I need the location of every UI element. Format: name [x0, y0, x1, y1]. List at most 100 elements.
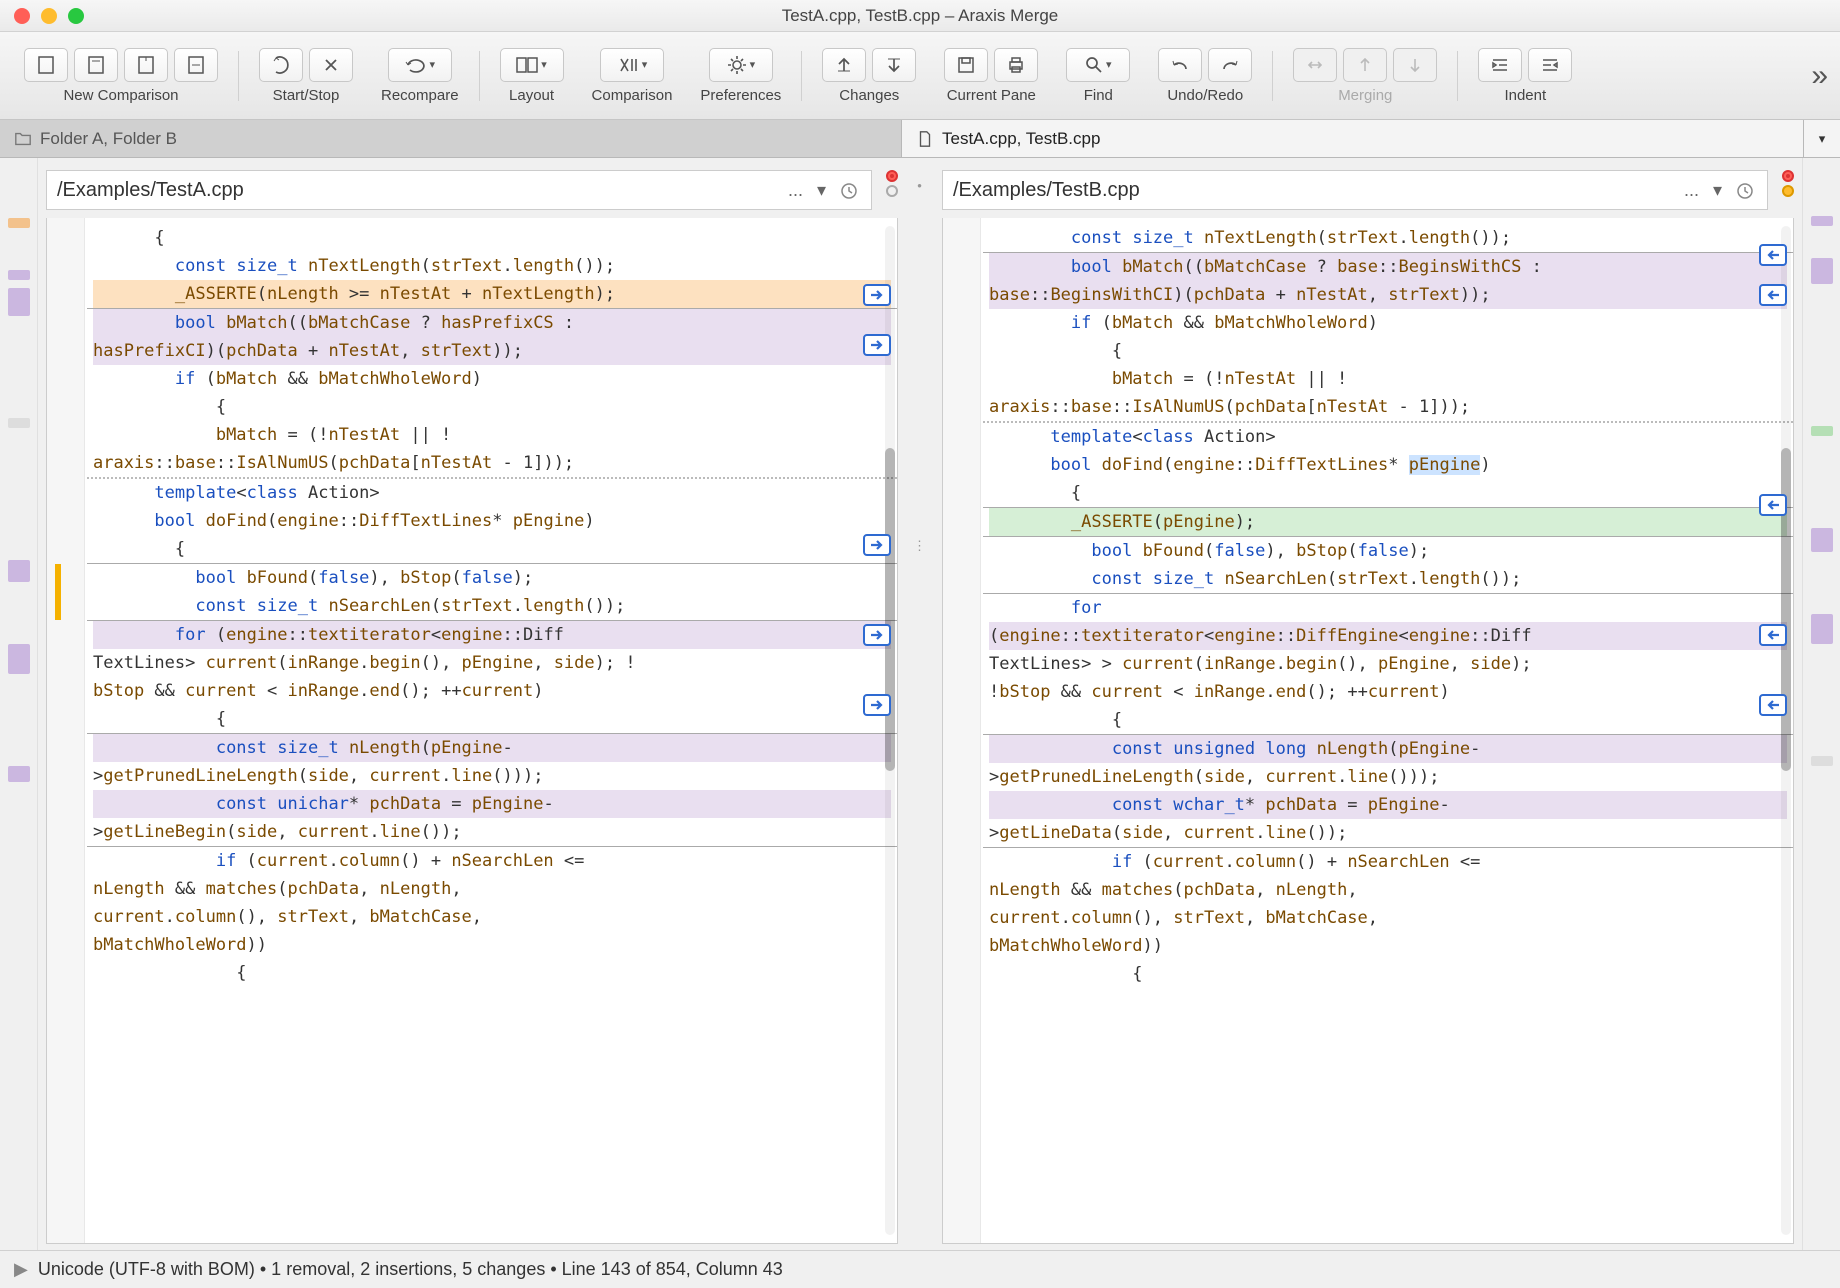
code-line[interactable]: TextLines> > current(inRange.begin(), pE…: [989, 650, 1787, 678]
code-line[interactable]: _ASSERTE(nLength >= nTestAt + nTextLengt…: [93, 280, 891, 308]
left-code-view[interactable]: { const size_t nTextLength(strText.lengt…: [46, 218, 898, 1244]
merge-left-button[interactable]: [1293, 48, 1337, 82]
code-line[interactable]: for (engine::textiterator<engine::Diff: [93, 621, 891, 649]
start-button[interactable]: [259, 48, 303, 82]
code-line[interactable]: >getPrunedLineLength(side, current.line(…: [93, 762, 891, 790]
code-line[interactable]: (engine::textiterator<engine::DiffEngine…: [989, 622, 1787, 650]
code-line[interactable]: const size_t nSearchLen(strText.length()…: [93, 592, 891, 620]
tab-file-comparison[interactable]: TestA.cpp, TestB.cpp: [902, 120, 1804, 157]
code-line[interactable]: >getPrunedLineLength(side, current.line(…: [989, 763, 1787, 791]
indent-button[interactable]: [1528, 48, 1572, 82]
recompare-button[interactable]: ▾: [388, 48, 452, 82]
code-line[interactable]: bool doFind(engine::DiffTextLines* pEngi…: [989, 451, 1787, 479]
layout-button[interactable]: ▾: [500, 48, 564, 82]
code-line[interactable]: {: [93, 535, 891, 563]
code-line[interactable]: template<class Action>: [989, 423, 1787, 451]
new-text-comparison-button[interactable]: [24, 48, 68, 82]
code-line[interactable]: base::BeginsWithCI)(pchData + nTestAt, s…: [989, 281, 1787, 309]
code-line[interactable]: current.column(), strText, bMatchCase,: [989, 904, 1787, 932]
merge-left-arrow-button[interactable]: [1759, 624, 1787, 646]
code-line[interactable]: const wchar_t* pchData = pEngine-: [989, 791, 1787, 819]
code-line[interactable]: _ASSERTE(pEngine);: [989, 508, 1787, 536]
code-line[interactable]: !bStop && current < inRange.end(); ++cur…: [989, 678, 1787, 706]
undo-button[interactable]: [1158, 48, 1202, 82]
code-line[interactable]: current.column(), strText, bMatchCase,: [93, 903, 891, 931]
code-line[interactable]: {: [93, 959, 891, 987]
code-line[interactable]: bMatchWholeWord)): [989, 932, 1787, 960]
code-line[interactable]: template<class Action>: [93, 479, 891, 507]
code-line[interactable]: bStop && current < inRange.end(); ++curr…: [93, 677, 891, 705]
merge-down-button[interactable]: [1393, 48, 1437, 82]
code-line[interactable]: >getLineData(side, current.line());: [989, 819, 1787, 847]
code-line[interactable]: araxis::base::IsAlNumUS(pchData[nTestAt …: [93, 449, 891, 477]
code-line[interactable]: const size_t nLength(pEngine-: [93, 734, 891, 762]
new-image-comparison-button[interactable]: [174, 48, 218, 82]
code-line[interactable]: bool bMatch((bMatchCase ? hasPrefixCS :: [93, 309, 891, 337]
merge-left-arrow-button[interactable]: [1759, 244, 1787, 266]
code-line[interactable]: {: [989, 706, 1787, 734]
code-line[interactable]: TextLines> current(inRange.begin(), pEng…: [93, 649, 891, 677]
merge-left-arrow-button[interactable]: [1759, 694, 1787, 716]
code-line[interactable]: bool bFound(false), bStop(false);: [93, 564, 891, 592]
code-line[interactable]: araxis::base::IsAlNumUS(pchData[nTestAt …: [989, 393, 1787, 421]
left-file-history-button[interactable]: [837, 180, 861, 201]
code-line[interactable]: bMatch = (!nTestAt || !: [989, 365, 1787, 393]
code-line[interactable]: {: [989, 479, 1787, 507]
code-line[interactable]: for: [989, 594, 1787, 622]
merge-right-arrow-button[interactable]: [863, 534, 891, 556]
save-button[interactable]: [944, 48, 988, 82]
code-line[interactable]: {: [989, 960, 1787, 988]
merge-right-arrow-button[interactable]: [863, 624, 891, 646]
redo-button[interactable]: [1208, 48, 1252, 82]
merge-up-button[interactable]: [1343, 48, 1387, 82]
merge-right-arrow-button[interactable]: [863, 284, 891, 306]
tab-dropdown-button[interactable]: ▾: [1804, 120, 1840, 157]
left-overview-gutter[interactable]: [0, 158, 38, 1250]
code-line[interactable]: const unsigned long nLength(pEngine-: [989, 735, 1787, 763]
left-file-menu-button[interactable]: ...: [785, 180, 806, 201]
code-line[interactable]: hasPrefixCI)(pchData + nTestAt, strText)…: [93, 337, 891, 365]
print-button[interactable]: [994, 48, 1038, 82]
toolbar-overflow-button[interactable]: »: [1811, 59, 1830, 93]
merge-left-arrow-button[interactable]: [1759, 284, 1787, 306]
new-binary-comparison-button[interactable]: [124, 48, 168, 82]
code-line[interactable]: >getLineBegin(side, current.line());: [93, 818, 891, 846]
right-code-view[interactable]: const size_t nTextLength(strText.length(…: [942, 218, 1794, 1244]
code-line[interactable]: const size_t nSearchLen(strText.length()…: [989, 565, 1787, 593]
comparison-button[interactable]: ▾: [600, 48, 664, 82]
prev-change-button[interactable]: [822, 48, 866, 82]
right-overview-gutter[interactable]: [1802, 158, 1840, 1250]
merge-right-arrow-button[interactable]: [863, 334, 891, 356]
right-file-menu-button[interactable]: ...: [1681, 180, 1702, 201]
stop-button[interactable]: [309, 48, 353, 82]
outdent-button[interactable]: [1478, 48, 1522, 82]
code-line[interactable]: bMatchWholeWord)): [93, 931, 891, 959]
find-button[interactable]: ▾: [1066, 48, 1130, 82]
code-line[interactable]: {: [989, 337, 1787, 365]
right-file-dropdown-button[interactable]: ▾: [1710, 180, 1725, 201]
code-line[interactable]: const size_t nTextLength(strText.length(…: [93, 252, 891, 280]
code-line[interactable]: const size_t nTextLength(strText.length(…: [989, 224, 1787, 252]
code-line[interactable]: if (current.column() + nSearchLen <=: [989, 848, 1787, 876]
right-scrollbar[interactable]: [1781, 226, 1791, 1235]
left-file-dropdown-button[interactable]: ▾: [814, 180, 829, 201]
code-line[interactable]: nLength && matches(pchData, nLength,: [989, 876, 1787, 904]
code-line[interactable]: bool bFound(false), bStop(false);: [989, 537, 1787, 565]
code-line[interactable]: const unichar* pchData = pEngine-: [93, 790, 891, 818]
next-change-button[interactable]: [872, 48, 916, 82]
merge-right-arrow-button[interactable]: [863, 694, 891, 716]
code-line[interactable]: bool doFind(engine::DiffTextLines* pEngi…: [93, 507, 891, 535]
preferences-button[interactable]: ▾: [709, 48, 773, 82]
code-line[interactable]: bMatch = (!nTestAt || !: [93, 421, 891, 449]
new-folder-comparison-button[interactable]: [74, 48, 118, 82]
code-line[interactable]: if (bMatch && bMatchWholeWord): [93, 365, 891, 393]
tab-folder-comparison[interactable]: Folder A, Folder B: [0, 120, 902, 157]
left-scrollbar[interactable]: [885, 226, 895, 1235]
code-line[interactable]: bool bMatch((bMatchCase ? base::BeginsWi…: [989, 253, 1787, 281]
code-line[interactable]: {: [93, 705, 891, 733]
code-line[interactable]: if (current.column() + nSearchLen <=: [93, 847, 891, 875]
right-file-history-button[interactable]: [1733, 180, 1757, 201]
code-line[interactable]: if (bMatch && bMatchWholeWord): [989, 309, 1787, 337]
merge-left-arrow-button[interactable]: [1759, 494, 1787, 516]
code-line[interactable]: nLength && matches(pchData, nLength,: [93, 875, 891, 903]
